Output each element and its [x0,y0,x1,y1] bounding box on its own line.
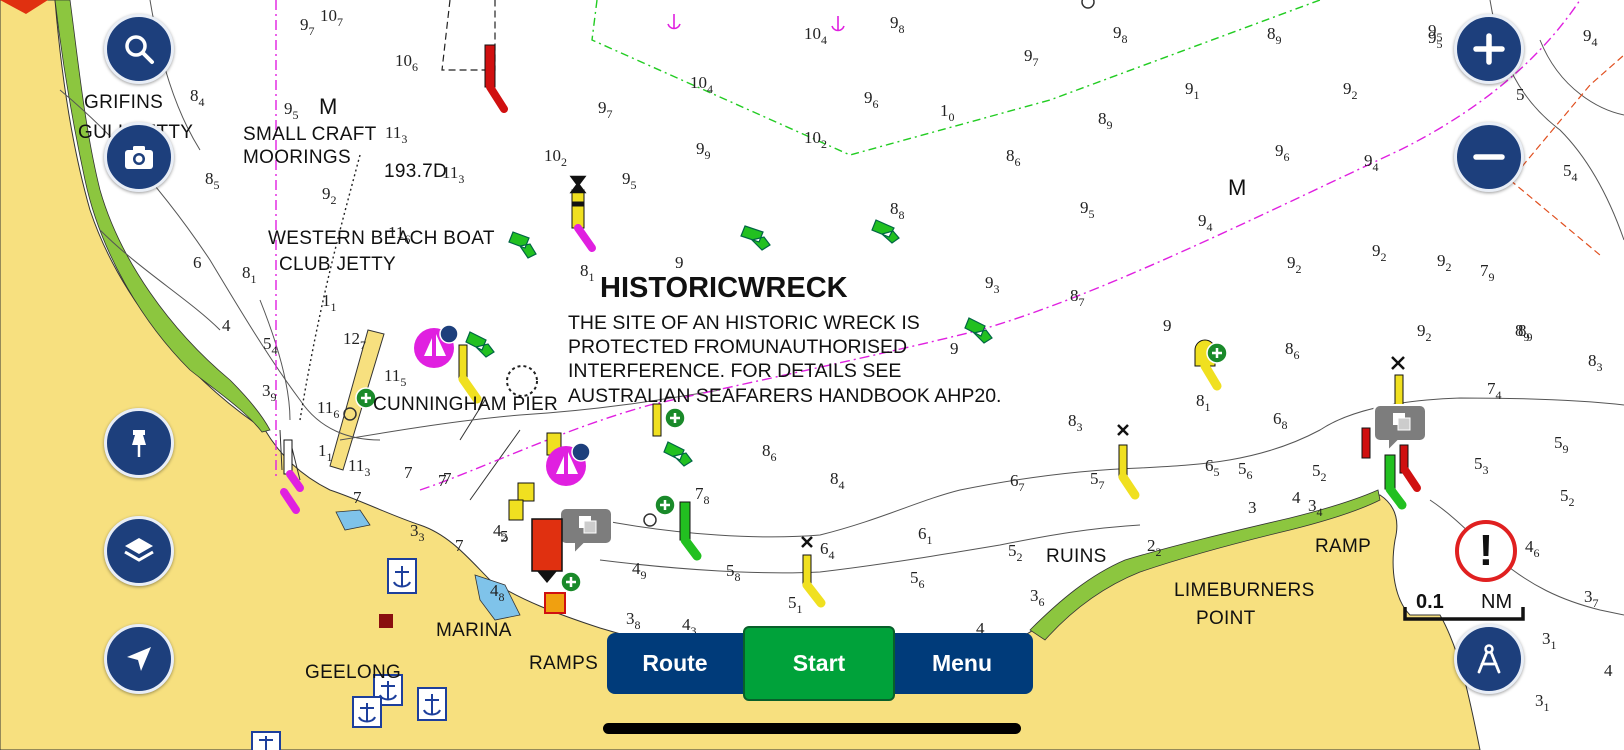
depth-sounding: 4 [1604,661,1613,680]
scale-value: 0.1 [1416,591,1444,613]
historic-wreck-note-line-3: INTERFERENCE. FOR DETAILS SEE [568,360,902,382]
camera-icon [125,146,153,169]
home-indicator[interactable] [603,723,1021,734]
pin-icon [132,430,146,457]
plus-icon [1473,33,1505,65]
camera-button[interactable] [104,122,174,192]
label-point: POINT [1196,608,1256,629]
start-button[interactable]: Start [743,626,895,701]
bottom-action-bar: Route Start Menu [607,626,1033,701]
label-mark-value: 193.7D [384,161,448,182]
label-ruins: RUINS [1046,546,1107,567]
depth-sounding: 7 [404,463,413,482]
depth-sounding: 9 [1163,316,1172,335]
zoom-out-button[interactable] [1454,122,1524,192]
navigate-button[interactable] [104,624,174,694]
depth-sounding: 4 [1292,488,1301,507]
route-button[interactable]: Route [607,633,743,694]
depth-sounding: 7 [443,469,452,488]
search-button[interactable] [104,14,174,84]
depth-sounding: 9 [950,339,959,358]
alert-glyph: ! [1478,526,1494,575]
depth-sounding: 9 [675,253,684,272]
layers-button[interactable] [104,516,174,586]
label-moorings: MOORINGS [243,147,351,168]
compass-button[interactable] [1454,624,1524,694]
menu-button[interactable]: Menu [891,633,1033,694]
depth-sounding: 4 [222,316,231,335]
scale-unit: NM [1481,591,1513,613]
label-club-jetty: CLUB JETTY [279,254,397,275]
depth-sounding: 7 [455,536,464,555]
label-m-east: M [1228,175,1247,200]
dark-square-mark [379,614,393,628]
label-limeburners: LIMEBURNERS [1174,580,1315,601]
depth-sounding: 3 [1248,498,1257,517]
label-ramps: RAMPS [529,653,599,674]
depth-sounding: 5 [1516,85,1525,104]
label-grifins: GRIFINS [84,92,164,113]
historic-wreck-note-line-4: AUSTRALIAN SEAFARERS HANDBOOK AHP20. [568,385,1002,407]
historic-wreck-note-line-2: PROTECTED FROMUNAUTHORISED [568,336,908,358]
navigate-arrow-icon [127,647,151,671]
historic-wreck-note-line-1: THE SITE OF AN HISTORIC WRECK IS [568,312,920,334]
compass-icon [1477,644,1501,674]
label-marina: MARINA [436,620,512,641]
alert-button[interactable]: ! [1455,520,1517,582]
depth-sounding: 6 [193,253,202,272]
label-cunningham-pier: CUNNINGHAM PIER [373,394,559,415]
search-icon [125,35,154,64]
scale-bar: 0.1 NM [1403,591,1525,621]
label-small-craft: SMALL CRAFT [243,124,377,145]
depth-sounding: 7 [353,488,362,507]
historic-wreck-title: HISTORICWRECK [600,272,848,304]
depth-sounding: 5 [500,527,509,546]
waypoint-pin-button[interactable] [104,408,174,478]
minus-icon [1473,154,1505,160]
label-geelong: GEELONG [305,662,402,683]
layers-icon [124,538,154,562]
label-m-west: M [319,94,338,119]
label-ramp: RAMP [1315,536,1372,557]
label-western-beach: WESTERN BEACH BOAT [268,228,495,249]
zoom-in-button[interactable] [1454,14,1524,84]
